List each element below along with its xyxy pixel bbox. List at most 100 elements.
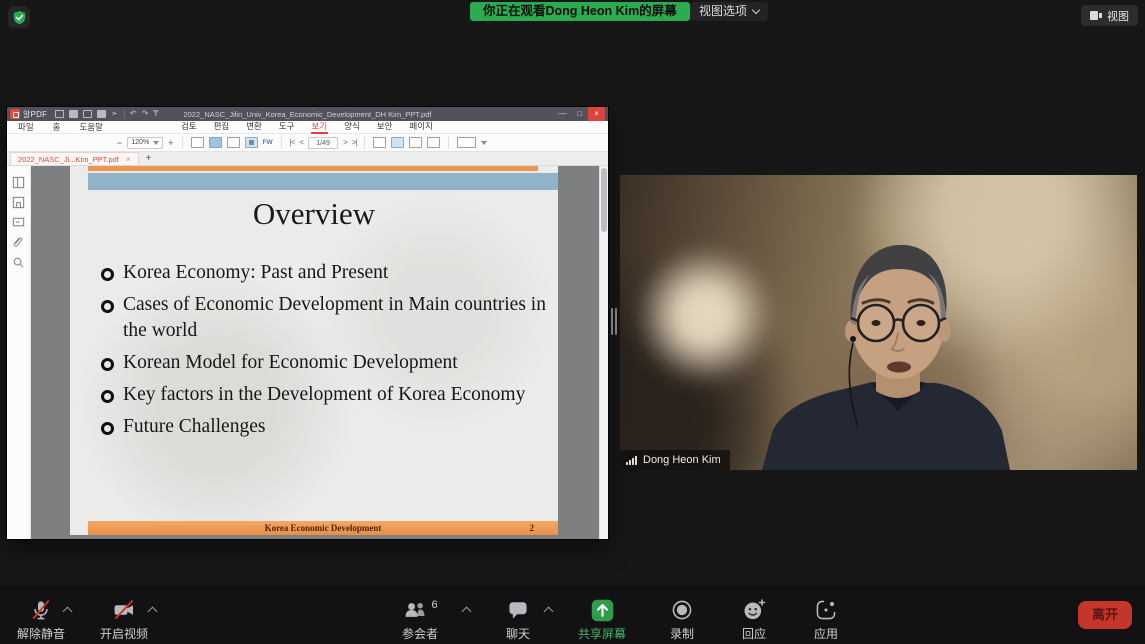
minimize-button[interactable]: — [554,107,571,121]
document-tab[interactable]: 2022_NASC_Ji...Kim_PPT.pdf × [10,152,139,165]
actual-size-icon[interactable] [191,137,204,148]
unmute-button[interactable]: 解除静音 [5,597,77,642]
meeting-toolbar: 解除静音 开启视频 6 参会者 [0,585,1145,644]
maximize-button[interactable]: □ [571,107,588,121]
reactions-label: 回应 [742,625,766,642]
tab-convert[interactable]: 변환 [245,120,263,134]
chat-chevron-icon[interactable] [544,606,552,614]
page-indicator-input[interactable]: 1/49 [308,137,338,149]
record-icon [670,598,694,622]
participant-person [620,175,1137,470]
signal-bars-icon [626,455,637,465]
pdf-app-window: 알PDF ➣ ↶ ↷ ₸ 2022_NASC_Jilin_Univ_Korea_… [7,107,608,539]
participants-chevron-icon[interactable] [462,606,470,614]
tab-tools[interactable]: 도구 [278,120,296,134]
close-button[interactable]: × [588,107,605,121]
slide-footer-text: Korea Economic Development [88,523,558,533]
watching-screen-banner: 你正在观看Dong Heon Kim的屏幕 [470,2,690,21]
apps-label: 应用 [814,625,838,642]
mic-options-chevron-icon[interactable] [63,606,71,614]
menu-help[interactable]: 도움말 [79,121,102,133]
chat-bubble-icon [506,598,530,622]
fit-visible-icon[interactable] [245,137,258,148]
tab-security[interactable]: 보안 [376,120,394,134]
fit-width-icon[interactable] [209,137,222,148]
share-icon[interactable]: ➣ [111,110,118,118]
share-screen-button[interactable]: 共享屏幕 [566,597,638,642]
share-screen-label: 共享屏幕 [578,625,626,642]
view-options-button[interactable]: 视图选项 [690,2,768,21]
participants-label: 参会者 [402,625,438,642]
pdf-scrollbar[interactable] [599,166,608,539]
leave-meeting-button[interactable]: 离开 [1078,601,1132,629]
divider [281,137,282,149]
first-page-button[interactable]: |< [290,138,295,147]
last-page-button[interactable]: >| [352,138,357,147]
scrollbar-thumb[interactable] [601,168,607,232]
new-tab-button[interactable]: + [146,152,152,165]
menu-home[interactable]: 홈 [53,121,61,133]
video-options-chevron-icon[interactable] [148,606,156,614]
redo-icon[interactable]: ↷ [142,110,149,118]
chat-label: 聊天 [506,625,530,642]
pin-icon[interactable]: ₸ [153,110,158,118]
divider [364,137,365,149]
grid-view-icon[interactable] [427,137,440,148]
pdf-titlebar: 알PDF ➣ ↶ ↷ ₸ 2022_NASC_Jilin_Univ_Korea_… [7,107,608,121]
slide-bullet: Korea Economy: Past and Present [100,260,550,286]
view-options-label: 视图选项 [699,2,747,21]
tab-pages[interactable]: 페이지 [408,120,433,134]
tab-review[interactable]: 검토 [180,120,198,134]
attachments-icon[interactable] [12,236,25,249]
two-page-view-icon[interactable] [409,137,422,148]
print-icon[interactable] [97,110,106,118]
tab-view[interactable]: 보기 [311,120,329,134]
next-page-button[interactable]: > [343,138,347,147]
email-icon[interactable] [83,110,92,118]
divider [124,110,125,118]
tab-edit[interactable]: 편집 [213,120,231,134]
pdf-app-logo [10,109,20,119]
camera-off-icon [111,598,137,622]
zoom-in-button[interactable]: + [168,138,173,148]
chat-button[interactable]: 聊天 [482,597,554,642]
view-button-label: 视图 [1107,8,1129,24]
participant-video[interactable]: Dong Heon Kim [620,175,1137,470]
apps-icon [814,598,838,622]
record-label: 录制 [670,625,694,642]
meeting-security-badge[interactable] [8,6,30,28]
tab-forms[interactable]: 양식 [343,120,361,134]
divider [448,137,449,149]
comments-icon[interactable] [12,216,25,229]
fullwidth-icon[interactable]: FW [263,137,273,148]
previous-page-button[interactable]: < [299,138,303,147]
participants-button[interactable]: 6 参会者 [384,597,456,642]
slide-bullet: Korean Model for Economic Development [100,350,550,376]
apps-button[interactable]: 应用 [790,597,862,642]
open-file-icon[interactable] [55,110,64,118]
pane-resize-handle[interactable] [609,305,618,338]
bookmarks-icon[interactable] [12,196,25,209]
fit-page-icon[interactable] [227,137,240,148]
participants-icon [402,598,428,622]
slide-page-number: 2 [530,523,535,533]
single-page-view-icon[interactable] [373,137,386,148]
document-tab-bar: 2022_NASC_Ji...Kim_PPT.pdf × + [7,152,608,166]
divider [182,137,183,149]
reactions-button[interactable]: 回应 [718,597,790,642]
split-view-icon[interactable] [457,137,476,148]
start-video-button[interactable]: 开启视频 [88,597,160,642]
view-button[interactable]: 视图 [1081,5,1138,26]
menu-file[interactable]: 파일 [18,121,34,133]
continuous-view-icon[interactable] [391,137,404,148]
search-icon[interactable] [12,256,25,269]
save-icon[interactable] [69,110,78,118]
thumbnails-icon[interactable] [12,176,25,189]
record-button[interactable]: 录制 [646,597,718,642]
close-tab-icon[interactable]: × [126,155,131,164]
zoom-level-select[interactable]: 120% [127,137,163,149]
participant-nametag: Dong Heon Kim [620,450,730,470]
pdf-sidebar [7,166,31,539]
undo-icon[interactable]: ↶ [130,110,137,118]
zoom-out-button[interactable]: − [117,138,122,148]
